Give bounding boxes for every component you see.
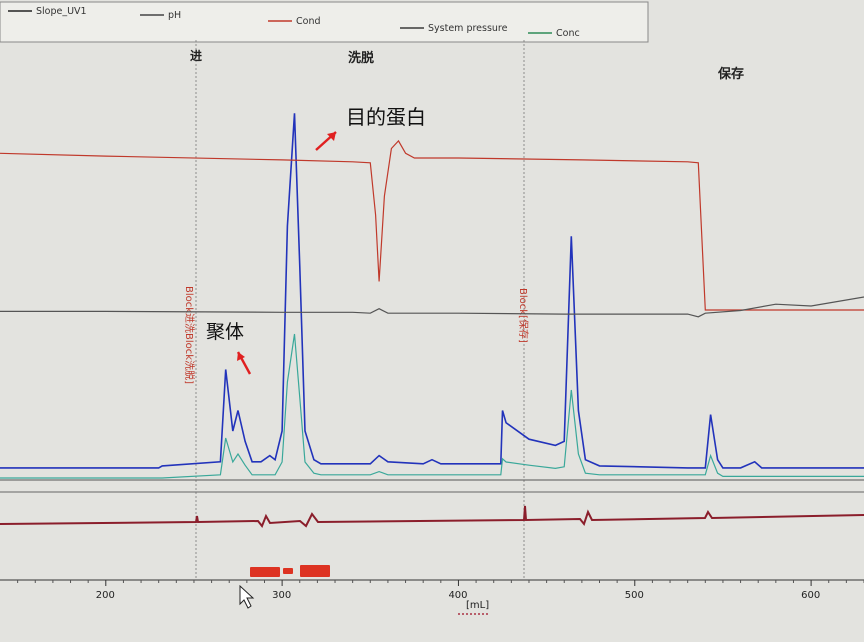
annotation-aggregate: 聚体 — [206, 321, 244, 343]
legend-label: pH — [168, 10, 181, 21]
phase-label-hold: 保存 — [717, 66, 744, 82]
legend-label: System pressure — [428, 23, 508, 34]
fraction-mark — [300, 565, 330, 577]
legend-frame — [0, 1, 649, 43]
plot-background — [0, 0, 864, 642]
fraction-mark — [250, 567, 280, 577]
legend-label: Conc — [556, 28, 580, 39]
x-tick-label: 300 — [272, 590, 291, 601]
x-tick-label: 500 — [625, 590, 644, 601]
legend-label: Slope_UV1 — [36, 6, 87, 17]
annotation-target-protein: 目的蛋白 — [346, 105, 426, 129]
phase-label-load: 进 — [190, 48, 202, 63]
x-tick-label: 600 — [801, 590, 820, 601]
x-axis-label: [mL] — [466, 600, 489, 611]
chromatogram-window: Slope_UV1 pHCondSystem pressure Conc 进 洗脱 … — [0, 0, 864, 642]
phase-label-elution: 洗脱 — [348, 50, 374, 66]
x-tick-label: 400 — [448, 590, 467, 601]
x-tick-label: 200 — [96, 590, 115, 601]
block-label-load: Block进洗Block洗脱] — [183, 286, 196, 384]
fraction-mark — [283, 568, 293, 574]
block-label-hold: Block[保存] — [517, 288, 530, 343]
legend-label: Cond — [296, 16, 321, 27]
